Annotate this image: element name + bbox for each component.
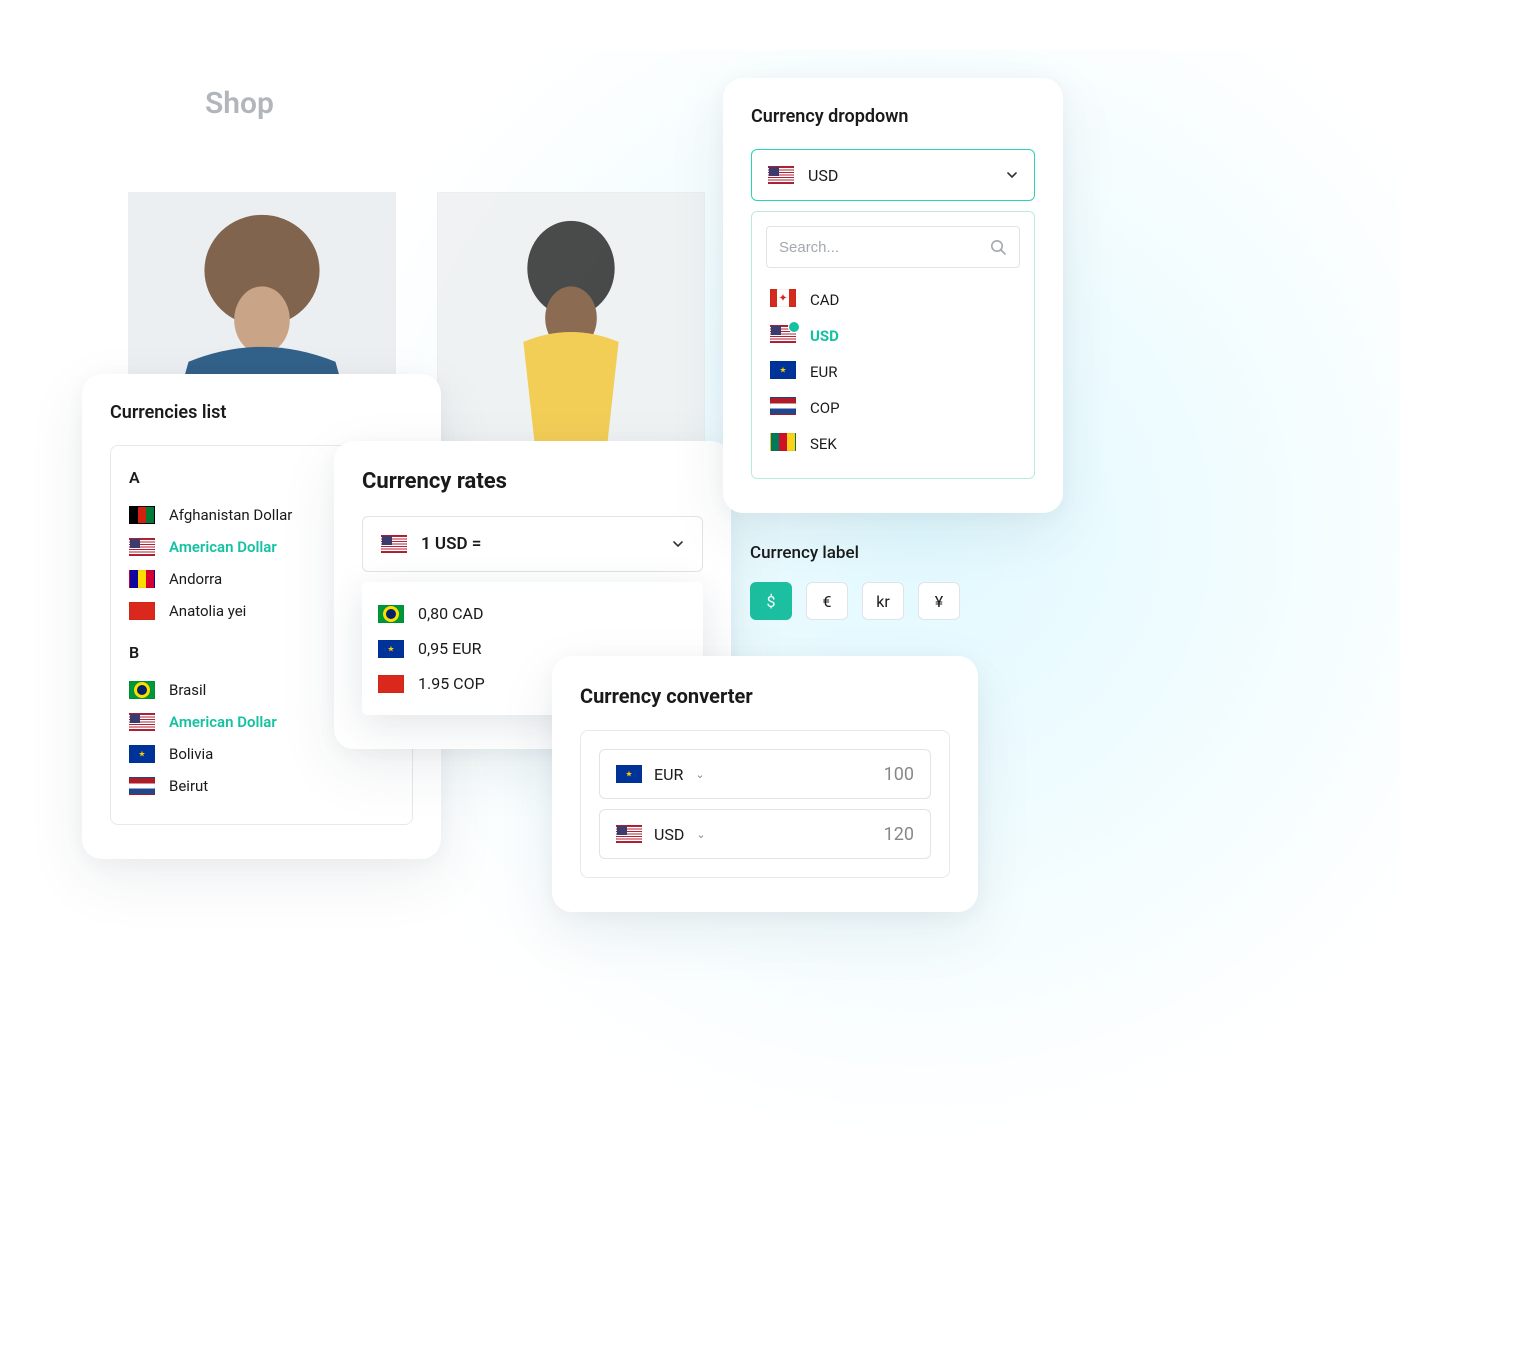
- rate-value: 0,95 EUR: [418, 639, 481, 658]
- dropdown-option[interactable]: COP: [766, 390, 1020, 426]
- currency-name: Andorra: [169, 570, 222, 588]
- currency-name: Beirut: [169, 777, 208, 795]
- dropdown-option[interactable]: EUR: [766, 354, 1020, 390]
- currency-list-item[interactable]: Beirut: [129, 770, 394, 802]
- rate-value: 0,80 CAD: [418, 604, 483, 623]
- dropdown-option-code: COP: [810, 399, 840, 417]
- rate-row[interactable]: 0,80 CAD: [378, 596, 687, 631]
- currency-dropdown-menu: CAD USD EUR COP SEK: [751, 211, 1035, 479]
- chevron-down-icon: [1006, 169, 1018, 181]
- flag-icon: [770, 397, 796, 415]
- dropdown-option-code: CAD: [810, 291, 839, 309]
- currency-label-button[interactable]: $: [750, 582, 792, 620]
- rates-base-selector[interactable]: 1 USD =: [362, 516, 703, 572]
- converter-row[interactable]: EUR ⌄ 100: [599, 749, 931, 799]
- check-badge-icon: [788, 321, 800, 333]
- chevron-down-icon: ⌄: [696, 828, 705, 841]
- currency-name: Afghanistan Dollar: [169, 506, 292, 524]
- rates-base-label: 1 USD =: [421, 534, 658, 554]
- currency-search-box[interactable]: [766, 226, 1020, 268]
- currency-label-row: $ € kr ¥: [750, 582, 960, 620]
- flag-icon: [129, 713, 155, 731]
- currency-search-input[interactable]: [779, 239, 979, 256]
- currency-rates-title: Currency rates: [362, 469, 703, 494]
- currency-dropdown-title: Currency dropdown: [751, 106, 1035, 127]
- rate-value: 1.95 COP: [418, 674, 485, 693]
- currency-label-button[interactable]: kr: [862, 582, 904, 620]
- flag-icon: [129, 745, 155, 763]
- converter-currency-code: EUR: [654, 765, 683, 784]
- currency-converter-title: Currency converter: [580, 684, 950, 708]
- dropdown-option-code: EUR: [810, 363, 838, 381]
- dropdown-option-code: SEK: [810, 435, 837, 453]
- dropdown-option[interactable]: SEK: [766, 426, 1020, 462]
- product-image-placeholder: [438, 193, 704, 467]
- currency-label-button[interactable]: ¥: [918, 582, 960, 620]
- flag-icon: [129, 570, 155, 588]
- currency-dropdown-panel: Currency dropdown USD CAD USD EUR COP SEK: [723, 78, 1063, 513]
- chevron-down-icon: [672, 538, 684, 550]
- flag-icon: [616, 765, 642, 783]
- dropdown-option[interactable]: CAD: [766, 282, 1020, 318]
- dropdown-option[interactable]: USD: [766, 318, 1020, 354]
- currency-label-title: Currency label: [750, 543, 859, 563]
- currency-dropdown-select[interactable]: USD: [751, 149, 1035, 201]
- currencies-list-title: Currencies list: [110, 402, 413, 423]
- flag-icon: [378, 640, 404, 658]
- converter-currency-code: USD: [654, 825, 684, 844]
- currency-name: Bolivia: [169, 745, 213, 763]
- flag-icon: [381, 535, 407, 553]
- currency-label-button[interactable]: €: [806, 582, 848, 620]
- flag-icon: [616, 825, 642, 843]
- converter-value[interactable]: 120: [718, 824, 914, 845]
- flag-icon: [378, 605, 404, 623]
- dropdown-option-code: USD: [810, 327, 839, 345]
- flag-icon: [129, 777, 155, 795]
- search-icon: [989, 238, 1007, 256]
- flag-icon: [129, 602, 155, 620]
- flag-icon: [770, 289, 796, 307]
- currency-name: Anatolia yei: [169, 602, 246, 620]
- chevron-down-icon: ⌄: [695, 768, 704, 781]
- flag-icon: [768, 166, 794, 184]
- currency-name: Brasil: [169, 681, 206, 699]
- converter-value[interactable]: 100: [717, 764, 914, 785]
- shop-heading: Shop: [205, 86, 274, 121]
- currency-name: American Dollar: [169, 713, 277, 731]
- flag-icon: [129, 506, 155, 524]
- currency-name: American Dollar: [169, 538, 277, 556]
- converter-row[interactable]: USD ⌄ 120: [599, 809, 931, 859]
- flag-icon: [129, 681, 155, 699]
- product-card: [437, 192, 705, 468]
- flag-icon: [378, 675, 404, 693]
- flag-icon: [770, 433, 796, 451]
- flag-icon: [129, 538, 155, 556]
- currency-dropdown-selected: USD: [808, 166, 992, 185]
- flag-icon: [770, 361, 796, 379]
- currency-converter-panel: Currency converter EUR ⌄ 100 USD ⌄ 120: [552, 656, 978, 912]
- converter-box: EUR ⌄ 100 USD ⌄ 120: [580, 730, 950, 878]
